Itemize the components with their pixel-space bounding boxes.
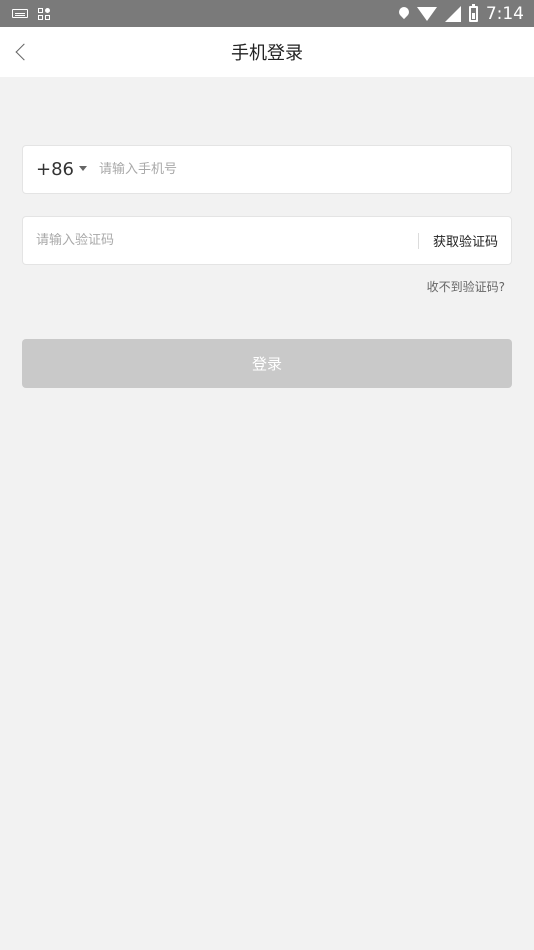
page-title: 手机登录 <box>231 43 303 64</box>
status-bar: 7:14 <box>0 0 534 27</box>
country-code-selector[interactable]: +86 <box>23 159 87 180</box>
country-code-label: +86 <box>36 159 74 180</box>
status-time: 7:14 <box>485 3 524 24</box>
phone-input[interactable] <box>99 162 511 177</box>
nav-bar: 手机登录 <box>0 27 534 77</box>
location-icon <box>399 7 409 21</box>
divider <box>417 232 419 249</box>
phone-field: +86 <box>22 145 512 194</box>
code-field: 获取验证码 <box>22 216 512 265</box>
get-code-button[interactable]: 获取验证码 <box>433 231 498 250</box>
login-button[interactable]: 登录 <box>22 339 512 388</box>
status-bar-left <box>12 7 50 20</box>
signal-icon <box>444 5 461 22</box>
caret-down-icon <box>79 165 87 171</box>
apps-icon <box>38 7 50 20</box>
status-bar-right: 7:14 <box>399 3 524 24</box>
back-icon[interactable] <box>8 35 36 69</box>
battery-icon <box>468 3 478 22</box>
code-input[interactable] <box>36 233 418 248</box>
wifi-icon <box>416 6 437 21</box>
no-code-link[interactable]: 收不到验证码? <box>427 278 505 295</box>
keyboard-icon <box>12 9 28 18</box>
